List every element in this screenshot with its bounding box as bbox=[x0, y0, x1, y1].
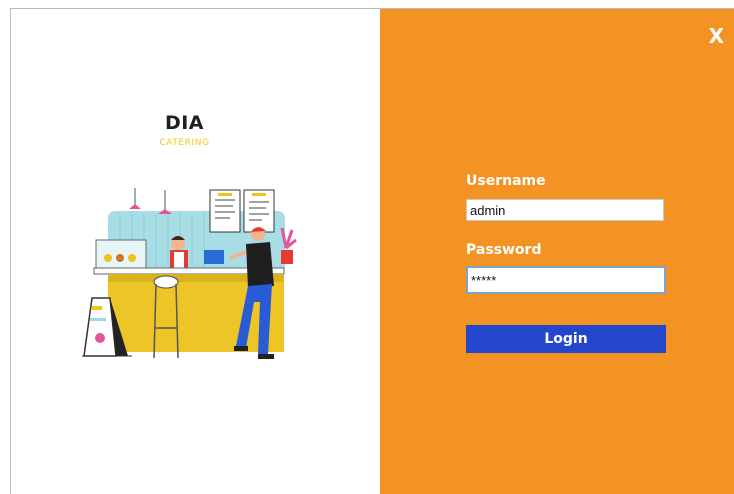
login-button[interactable]: Login bbox=[466, 325, 666, 353]
password-input[interactable] bbox=[466, 266, 666, 294]
password-label: Password bbox=[466, 242, 542, 258]
username-label: Username bbox=[466, 173, 546, 189]
cafe-counter-illustration bbox=[82, 188, 297, 359]
login-panel: X Username Password Login bbox=[380, 9, 734, 494]
username-input[interactable] bbox=[466, 199, 664, 221]
brand-title: DIA bbox=[164, 112, 205, 134]
close-button[interactable]: X bbox=[709, 25, 724, 47]
brand-subtitle: CATERING bbox=[159, 138, 210, 148]
